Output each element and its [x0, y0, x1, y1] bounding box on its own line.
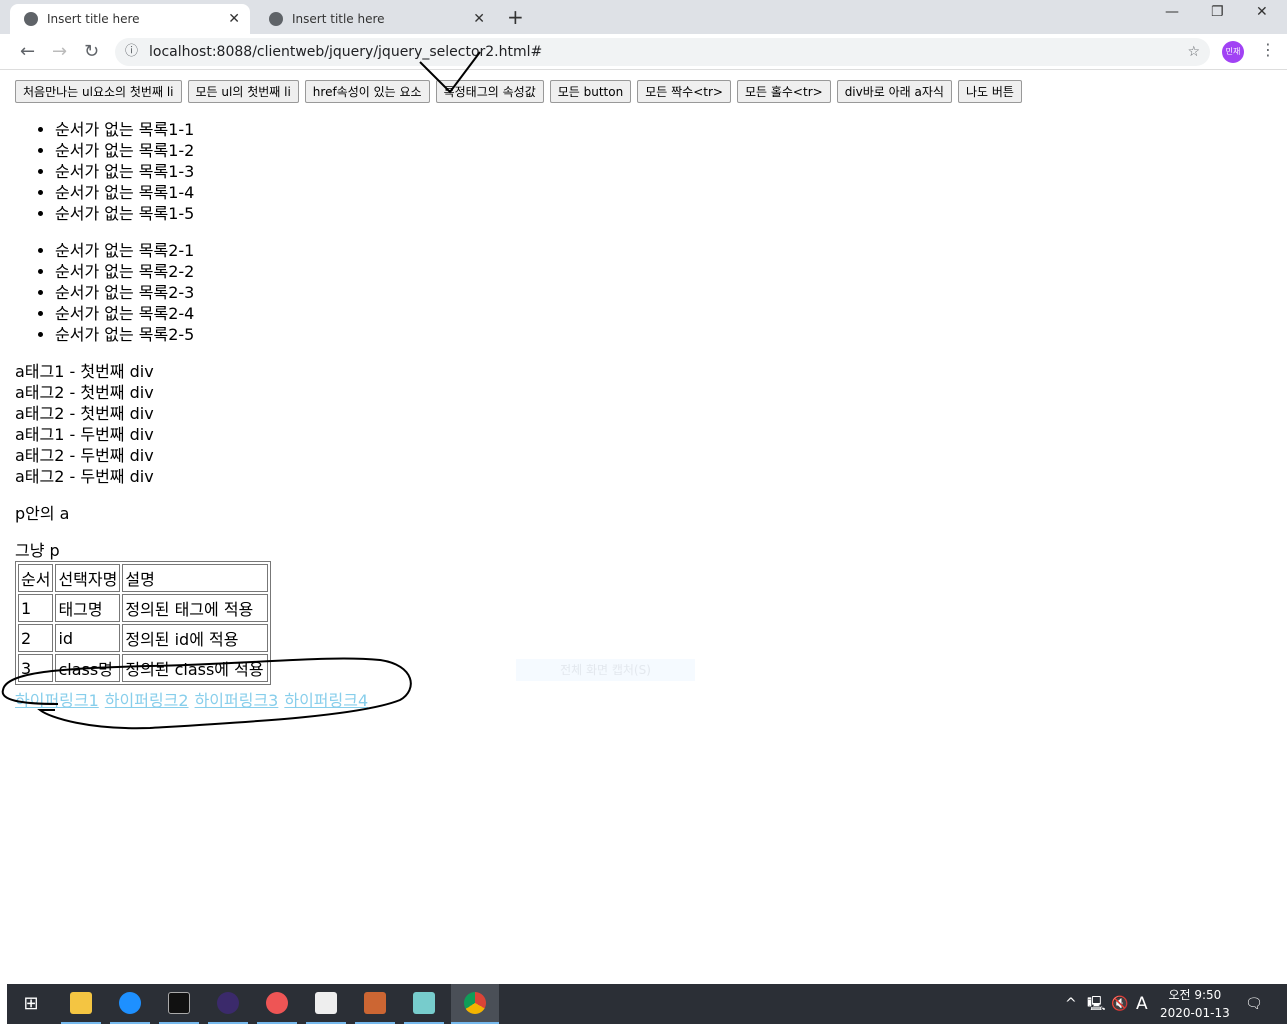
paint-icon [266, 992, 288, 1014]
taskbar-chrome[interactable] [451, 984, 499, 1024]
ie-icon [119, 992, 141, 1014]
capture-tooltip: 전체 화면 캡처(S) [516, 659, 695, 681]
network-icon[interactable]: 🖳 [1087, 984, 1106, 1024]
terminal-icon [168, 992, 190, 1014]
taskbar-explorer[interactable] [61, 984, 101, 1024]
notification-icon[interactable]: 🗨 [1245, 984, 1263, 1024]
circle-annotation [1, 657, 412, 730]
taskbar-text[interactable] [306, 984, 346, 1024]
taskbar: ⊞ ^ 🖳 🔇 A 오전 9:50 2020-01-13 🗨 [7, 984, 1287, 1024]
date: 2020-01-13 [1160, 1006, 1230, 1020]
checkmark-annotation [419, 51, 481, 94]
text-icon [315, 992, 337, 1014]
ime-indicator[interactable]: A [1136, 984, 1148, 1024]
start-button[interactable]: ⊞ [11, 984, 51, 1024]
volume-muted-icon[interactable]: 🔇 [1111, 984, 1128, 1024]
notes-icon [413, 992, 435, 1014]
taskbar-notes[interactable] [404, 984, 444, 1024]
annotation-strokes [1, 51, 481, 730]
windows-icon: ⊞ [23, 993, 39, 1014]
taskbar-ie[interactable] [110, 984, 150, 1024]
eclipse-icon [217, 992, 239, 1014]
time: 오전 9:50 [1168, 988, 1222, 1002]
folder-icon [70, 992, 92, 1014]
taskbar-eclipse[interactable] [208, 984, 248, 1024]
app-icon [364, 992, 386, 1014]
taskbar-cmd[interactable] [159, 984, 199, 1024]
taskbar-paint[interactable] [257, 984, 297, 1024]
chrome-icon [464, 992, 486, 1014]
clock[interactable]: 오전 9:50 2020-01-13 [1160, 986, 1230, 1022]
taskbar-app[interactable] [355, 984, 395, 1024]
tray-chevron-icon[interactable]: ^ [1065, 984, 1077, 1024]
